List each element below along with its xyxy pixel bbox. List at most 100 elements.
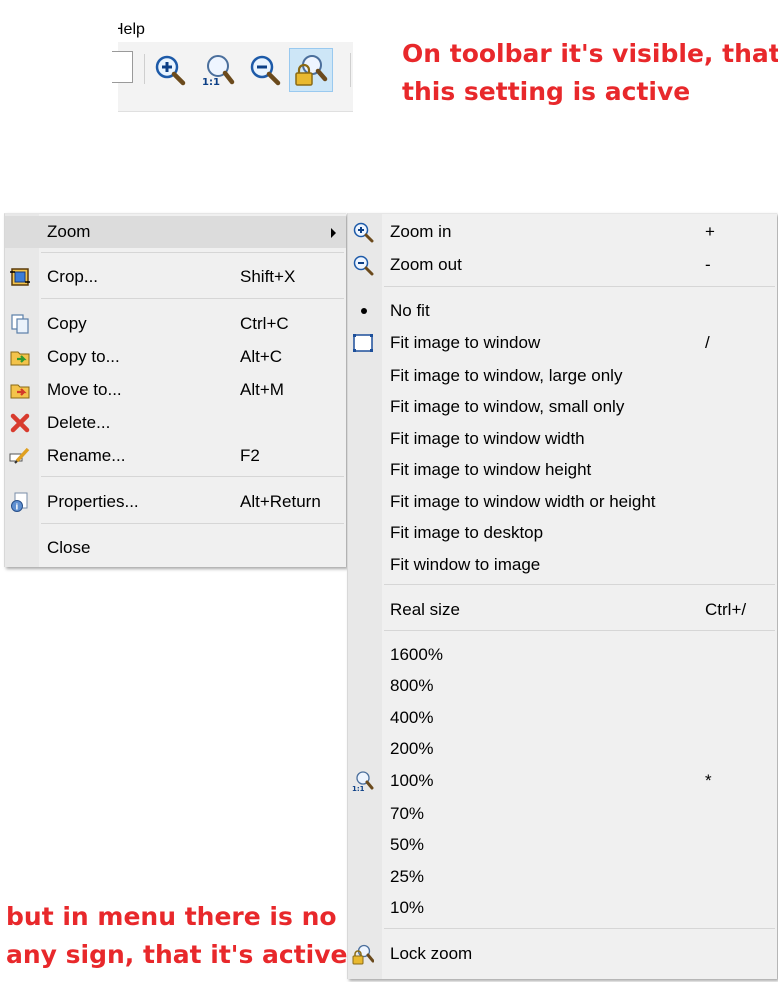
lock-zoom-icon: [352, 944, 374, 965]
zoom-menu-item-fit-width-height[interactable]: Fit image to window width or height: [348, 486, 777, 518]
copy-icon: [11, 314, 29, 334]
toolbar-partial-button[interactable]: [112, 51, 133, 83]
menu-item-label: Fit window to image: [390, 555, 541, 574]
menu-item-shortcut: Alt+C: [240, 347, 283, 366]
zoom-menu-item-real-size[interactable]: Real size Ctrl+/: [348, 594, 777, 626]
context-menu: Zoom Crop... Shift+X Copy Ctrl+C Copy to…: [4, 213, 346, 567]
zoom-menu-item-zoom-out[interactable]: Zoom out -: [348, 249, 777, 281]
svg-text:i: i: [16, 503, 19, 512]
menu-separator: [384, 286, 775, 287]
menu-item-label: Fit image to window width or height: [390, 492, 656, 511]
zoom-menu-item-lock-zoom[interactable]: Lock zoom: [348, 938, 777, 970]
menu-item-shortcut: -: [705, 255, 711, 274]
annotation-bottom: but in menu there is no any sign, that i…: [6, 898, 348, 974]
zoom-in-icon: [155, 55, 186, 86]
menu-item-label: Fit image to window: [390, 333, 541, 352]
folder-copy-icon: [10, 351, 30, 366]
zoom-menu-item-400[interactable]: 400%: [348, 702, 777, 734]
zoom-actual-size-icon: 1:1: [202, 55, 235, 87]
zoom-actual-size-icon: 1:1: [352, 771, 374, 792]
menu-item-rename[interactable]: Rename... F2: [5, 440, 346, 472]
menu-item-label: Fit image to window, large only: [390, 366, 623, 385]
zoom-menu-item-fit-window[interactable]: Fit image to window /: [348, 327, 777, 359]
menu-item-label: 200%: [390, 739, 434, 758]
menu-item-label: Zoom: [47, 222, 91, 241]
menu-item-properties[interactable]: i Properties... Alt+Return: [5, 486, 346, 518]
menu-item-label: Rename...: [47, 446, 126, 465]
menu-separator: [41, 252, 344, 253]
menu-item-label: Crop...: [47, 267, 99, 286]
zoom-menu-item-50[interactable]: 50%: [348, 829, 777, 861]
rename-icon: [9, 447, 30, 464]
zoom-menu-item-fit-width[interactable]: Fit image to window width: [348, 423, 777, 455]
zoom-menu-item-fit-desktop[interactable]: Fit image to desktop: [348, 517, 777, 549]
radio-bullet-icon: [361, 308, 367, 314]
menu-item-label: Copy to...: [47, 347, 120, 366]
menu-item-shortcut: F2: [240, 446, 260, 465]
zoom-menu-item-25[interactable]: 25%: [348, 861, 777, 893]
menu-item-label: Fit image to window, small only: [390, 397, 625, 416]
menu-item-label: Copy: [47, 314, 87, 333]
annotation-top-line2: this setting is active: [402, 77, 691, 106]
menu-item-copy[interactable]: Copy Ctrl+C: [5, 308, 346, 340]
menu-item-crop[interactable]: Crop... Shift+X: [5, 261, 346, 293]
annotation-bottom-line1: but in menu there is no: [6, 902, 337, 931]
menu-item-zoom[interactable]: Zoom: [5, 216, 346, 248]
menu-item-label: Real size: [390, 600, 460, 619]
menu-separator: [41, 298, 344, 299]
fit-to-window-icon: [353, 334, 373, 352]
zoom-in-icon: [353, 222, 374, 243]
menu-item-label: 100%: [390, 771, 434, 790]
svg-text:1:1: 1:1: [202, 77, 220, 87]
zoom-menu-item-fit-small[interactable]: Fit image to window, small only: [348, 391, 777, 423]
crop-icon: [10, 268, 30, 286]
annotation-bottom-line2: any sign, that it's active: [6, 940, 348, 969]
toolbar-screenshot: Help 1:1: [112, 15, 353, 112]
zoom-menu-item-fit-height[interactable]: Fit image to window height: [348, 454, 777, 486]
menu-item-shortcut: Ctrl+/: [705, 600, 747, 619]
menu-item-label: 1600%: [390, 645, 443, 664]
zoom-menu-item-zoom-in[interactable]: Zoom in +: [348, 216, 777, 248]
toolbar-separator: [350, 53, 351, 87]
folder-move-icon: [10, 384, 30, 399]
zoom-menu-item-200[interactable]: 200%: [348, 733, 777, 765]
menu-item-copy-to[interactable]: Copy to... Alt+C: [5, 341, 346, 373]
menu-item-label: No fit: [390, 301, 430, 320]
menu-help[interactable]: Help: [118, 21, 145, 39]
zoom-menu-item-800[interactable]: 800%: [348, 670, 777, 702]
menu-item-label: Fit image to window height: [390, 460, 592, 479]
menu-item-label: 50%: [390, 835, 425, 854]
zoom-in-button[interactable]: [148, 48, 192, 92]
menu-item-delete[interactable]: Delete...: [5, 407, 346, 439]
zoom-menu-item-fit-large[interactable]: Fit image to window, large only: [348, 360, 777, 392]
zoom-menu-item-100[interactable]: 1:1 100% *: [348, 765, 777, 797]
menu-item-label: 70%: [390, 804, 425, 823]
menu-item-label: 800%: [390, 676, 434, 695]
menu-separator: [384, 630, 775, 631]
menu-item-shortcut: Alt+M: [240, 380, 284, 399]
menu-item-label: Close: [47, 538, 91, 557]
zoom-menu-item-fit-window-to-image[interactable]: Fit window to image: [348, 549, 777, 581]
menu-item-close[interactable]: Close: [5, 532, 346, 564]
zoom-menu-item-1600[interactable]: 1600%: [348, 639, 777, 671]
zoom-menu-item-no-fit[interactable]: No fit: [348, 295, 777, 327]
menu-separator: [41, 523, 344, 524]
menu-item-label: Zoom out: [390, 255, 462, 274]
menu-item-move-to[interactable]: Move to... Alt+M: [5, 374, 346, 406]
annotation-top-line1: On toolbar it's visible, that: [402, 39, 778, 68]
menubar: Help: [118, 15, 353, 42]
zoom-submenu: Zoom in + Zoom out - No fit Fit image to…: [347, 213, 777, 979]
menu-item-label: Fit image to desktop: [390, 523, 544, 542]
lock-zoom-button[interactable]: [289, 48, 333, 92]
zoom-out-icon: [250, 55, 281, 86]
menu-item-shortcut: /: [705, 333, 710, 352]
zoom-out-button[interactable]: [243, 48, 287, 92]
zoom-menu-item-70[interactable]: 70%: [348, 798, 777, 830]
zoom-out-icon: [353, 255, 374, 276]
menu-item-label: Delete...: [47, 413, 111, 432]
annotation-top: On toolbar it's visible, that this setti…: [402, 35, 778, 111]
zoom-menu-item-10[interactable]: 10%: [348, 892, 777, 924]
properties-icon: i: [11, 492, 28, 512]
delete-icon: [10, 413, 30, 433]
zoom-actual-size-button[interactable]: 1:1: [196, 48, 240, 92]
